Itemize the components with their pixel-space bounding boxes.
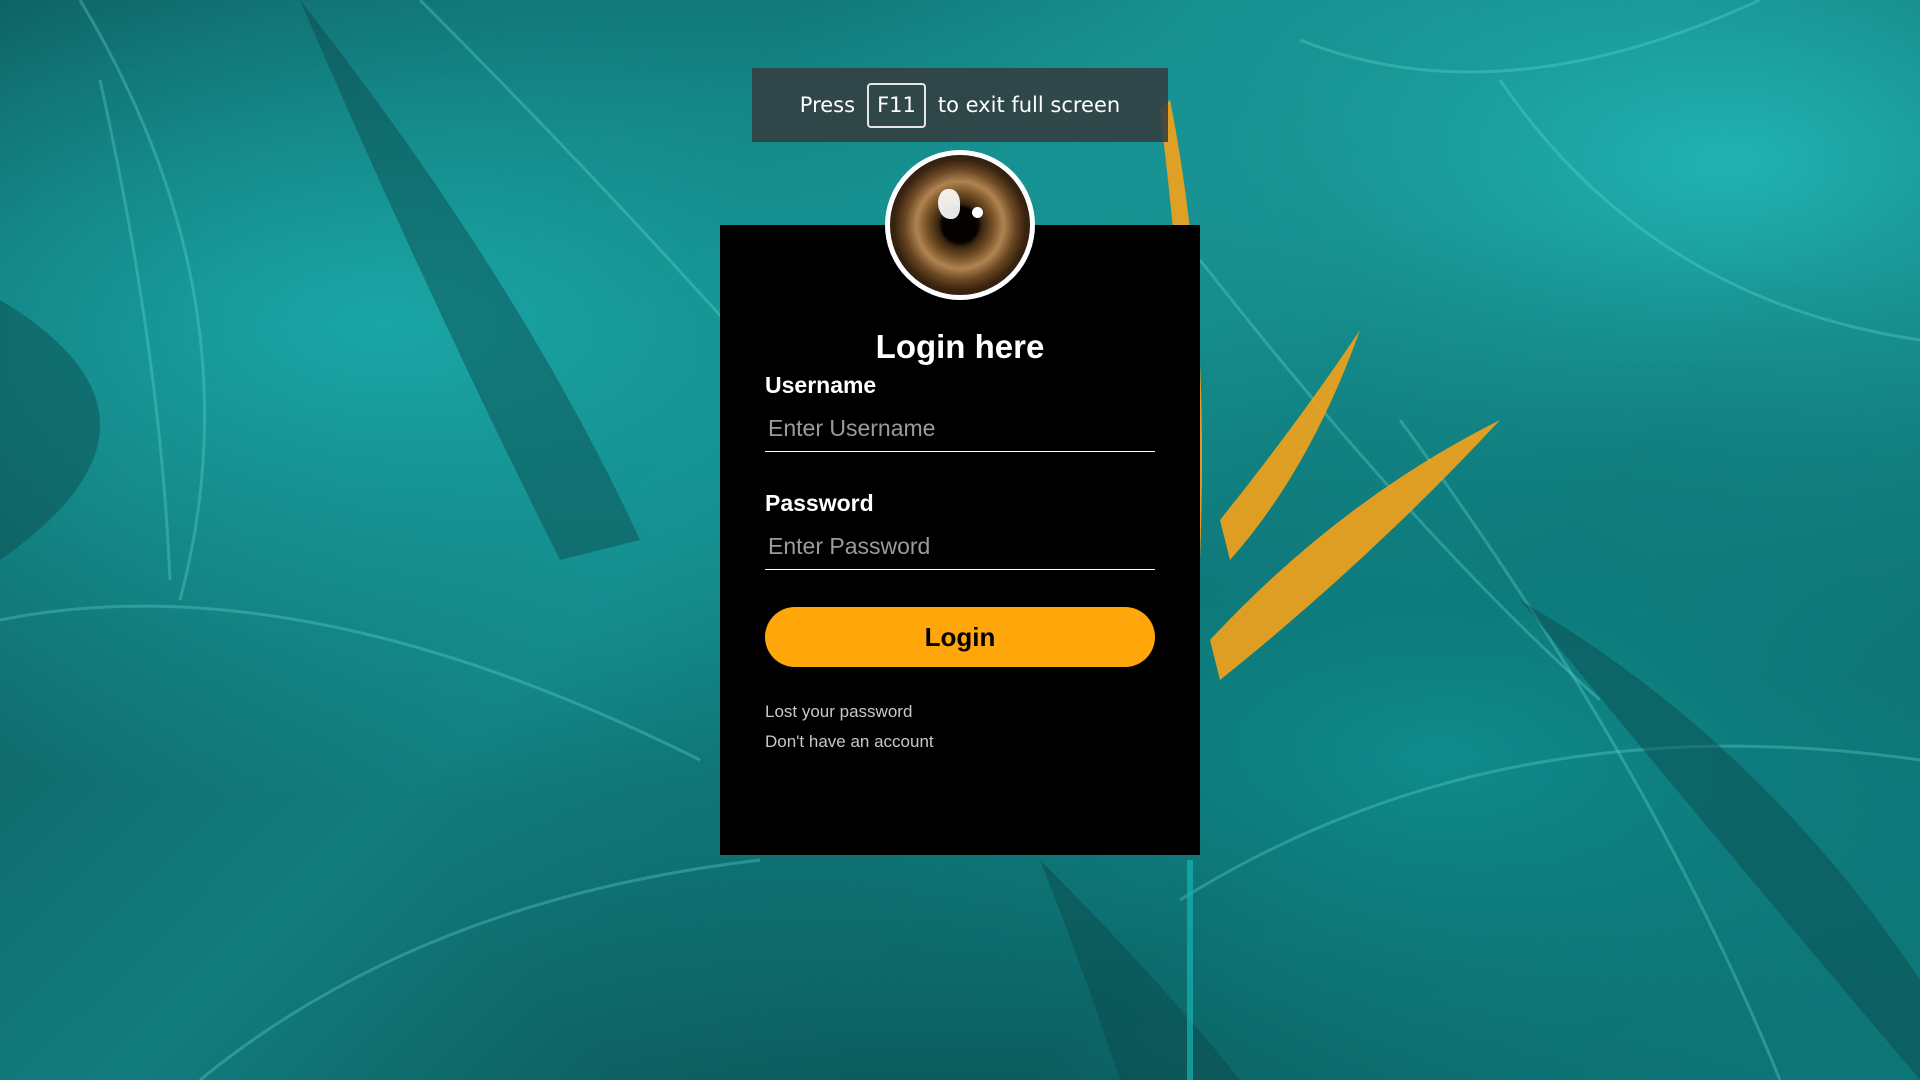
fullscreen-notice-prefix: Press	[799, 93, 856, 117]
login-title: Login here	[875, 328, 1045, 365]
avatar-glint	[938, 189, 960, 219]
fullscreen-notice-suffix: to exit full screen	[937, 93, 1121, 117]
avatar-glint-small	[972, 207, 983, 218]
fullscreen-notice: Press F11 to exit full screen	[752, 68, 1168, 142]
forgot-password-link[interactable]: Lost your password	[765, 702, 912, 722]
password-input[interactable]	[765, 524, 1155, 570]
password-label: Password	[765, 490, 874, 516]
username-label: Username	[765, 372, 877, 398]
signup-link[interactable]: Don't have an account	[765, 732, 934, 752]
login-button[interactable]: Login	[765, 607, 1155, 667]
login-panel: Login here Username Password Login Lost …	[720, 225, 1200, 855]
f11-key-badge: F11	[867, 82, 926, 128]
eye-avatar-icon	[885, 150, 1035, 300]
username-input[interactable]	[765, 406, 1155, 452]
